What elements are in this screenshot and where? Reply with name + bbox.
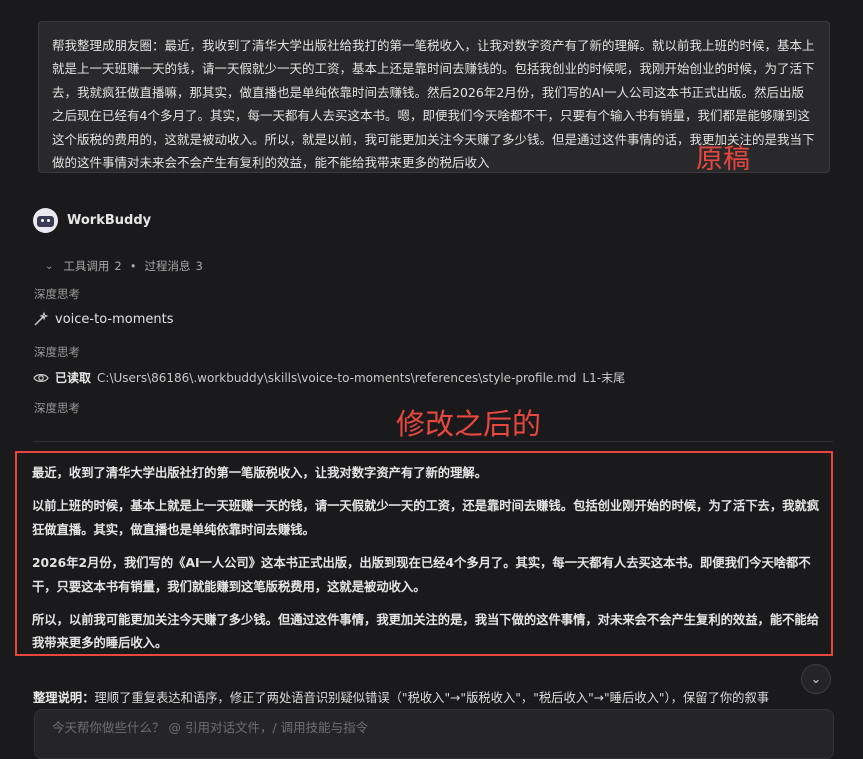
tool-calls-label: 工具调用	[63, 259, 110, 273]
thinking-label[interactable]: 深度思考	[34, 344, 80, 360]
chevron-down-icon: ⌄	[810, 671, 822, 687]
annotation-modified: 修改之后的	[396, 407, 542, 441]
wand-icon	[33, 311, 49, 327]
explanation-body: 理顺了重复表达和语序，修正了两处语音识别疑似错误（"税收入"→"版税收入"，"税…	[94, 691, 770, 705]
assistant-header: WorkBuddy	[33, 208, 151, 233]
chevron-down-icon: ⌄	[45, 260, 54, 272]
result-paragraph: 所以，以前我可能更加关注今天赚了多少钱。但通过这件事情，我更加关注的是，我当下做…	[32, 613, 820, 651]
tool-calls-count: 2	[114, 259, 122, 273]
thinking-label[interactable]: 深度思考	[34, 400, 80, 416]
assistant-name: WorkBuddy	[67, 213, 152, 228]
tool-summary-toggle[interactable]: ⌄ 工具调用 2 • 过程消息 3	[45, 258, 203, 274]
read-path: C:\Users\86186\.workbuddy\skills\voice-t…	[97, 370, 577, 385]
result-paragraph: 以前上班的时候，基本上就是上一天班赚一天的钱，请一天假就少一天的工资，还是靠时间…	[32, 499, 820, 537]
explanation-text: 整理说明：理顺了重复表达和语序，修正了两处语音识别疑似错误（"税收入"→"版税收…	[33, 688, 823, 708]
assistant-avatar	[33, 208, 58, 233]
eye-icon	[33, 370, 49, 386]
read-file-call[interactable]: 已读取 C:\Users\86186\.workbuddy\skills\voi…	[33, 369, 625, 386]
divider	[33, 441, 833, 442]
chat-input-box[interactable]	[34, 709, 834, 759]
result-paragraph: 最近，收到了清华大学出版社打的第一笔版税收入，让我对数字资产有了新的理解。	[32, 466, 487, 480]
process-label: 过程消息	[144, 259, 191, 273]
thinking-label[interactable]: 深度思考	[34, 286, 80, 302]
chat-input[interactable]	[50, 719, 814, 736]
result-highlight-box: 最近，收到了清华大学出版社打的第一笔版税收入，让我对数字资产有了新的理解。 以前…	[15, 451, 833, 656]
summary-separator: •	[129, 259, 137, 273]
read-range: L1-末尾	[582, 371, 626, 385]
skill-name: voice-to-moments	[55, 311, 174, 327]
read-label: 已读取	[55, 371, 92, 385]
annotation-original: 原稿	[696, 144, 750, 175]
result-paragraph: 2026年2月份，我们写的《AI一人公司》这本书正式出版，出版到现在已经4个多月…	[32, 556, 811, 594]
process-count: 3	[195, 259, 203, 273]
explanation-label: 整理说明：	[33, 691, 95, 705]
skill-call[interactable]: voice-to-moments	[33, 311, 173, 327]
